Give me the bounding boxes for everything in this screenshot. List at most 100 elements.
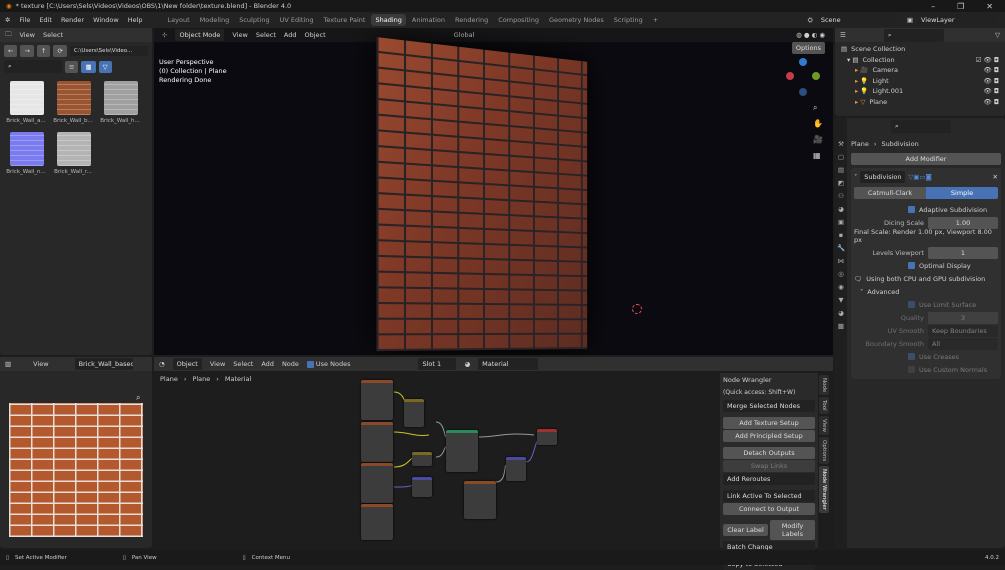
- modifier-name-field[interactable]: Subdivision: [860, 171, 906, 183]
- camera-icon[interactable]: 🎥: [813, 132, 823, 148]
- modifier-toggles[interactable]: ▽▣▭◙: [908, 173, 932, 181]
- blender-menu-icon[interactable]: ✲: [5, 16, 10, 24]
- visibility-icons[interactable]: 👁 ◘: [984, 66, 999, 74]
- tab-geometry-nodes[interactable]: Geometry Nodes: [545, 14, 608, 26]
- properties-search[interactable]: ⌕: [891, 119, 951, 133]
- editor-type-icon[interactable]: 🗀: [5, 30, 12, 41]
- add-texture-setup-button[interactable]: Add Texture Setup: [723, 417, 815, 429]
- orientation-dropdown[interactable]: Global: [454, 31, 475, 39]
- image-texture-node[interactable]: [361, 463, 393, 503]
- collapse-icon[interactable]: ˅: [854, 173, 857, 181]
- zoom-icon[interactable]: ⌕: [813, 100, 823, 116]
- advanced-section[interactable]: Advanced: [867, 288, 899, 296]
- filter-icon[interactable]: ▽: [995, 31, 1000, 39]
- menu-render[interactable]: Render: [61, 16, 84, 24]
- optimal-display-checkbox[interactable]: [908, 262, 915, 269]
- tab-rendering[interactable]: Rendering: [451, 14, 492, 26]
- tab-modeling[interactable]: Modeling: [196, 14, 234, 26]
- menu-edit[interactable]: Edit: [39, 16, 52, 24]
- menu-add[interactable]: Add: [284, 31, 297, 39]
- connect-to-output-button[interactable]: Connect to Output: [723, 503, 815, 515]
- detach-outputs-button[interactable]: Detach Outputs: [723, 447, 815, 459]
- image-texture-node[interactable]: [361, 422, 393, 462]
- menu-select[interactable]: Select: [43, 31, 63, 39]
- parent-button[interactable]: ↑: [36, 45, 51, 57]
- collection-row[interactable]: ▾ ▤ Collection ☑ 👁 ◘: [841, 55, 999, 66]
- advanced-toggle-icon[interactable]: ˅: [860, 288, 863, 296]
- pan-hand-icon[interactable]: ✋: [813, 116, 823, 132]
- editor-type-icon[interactable]: ▨: [5, 360, 11, 368]
- thumbnail-view-button[interactable]: ▦: [81, 60, 96, 73]
- menu-view[interactable]: View: [232, 31, 247, 39]
- catmull-clark-button[interactable]: Catmull-Clark: [854, 187, 926, 199]
- merge-nodes-dropdown[interactable]: Merge Selected Nodes: [723, 400, 815, 412]
- tab-compositing[interactable]: Compositing: [494, 14, 543, 26]
- visibility-icons[interactable]: 👁 ◘: [984, 98, 999, 106]
- outliner-search[interactable]: ⌕: [883, 28, 944, 42]
- mode-dropdown[interactable]: Object Mode: [175, 29, 225, 41]
- tab-uv-editing[interactable]: UV Editing: [276, 14, 318, 26]
- menu-object[interactable]: Object: [305, 31, 326, 39]
- forward-button[interactable]: →: [20, 45, 34, 57]
- menu-window[interactable]: Window: [93, 16, 119, 24]
- add-modifier-button[interactable]: Add Modifier: [851, 153, 1001, 165]
- add-reroutes-dropdown[interactable]: Add Reroutes: [723, 473, 815, 485]
- shader-node-editor[interactable]: ◔ Object View Select Add Node Use Nodes …: [154, 357, 833, 570]
- visibility-icons[interactable]: 👁 ◘: [984, 87, 999, 95]
- image-texture-node[interactable]: [361, 380, 393, 420]
- display-mode-icon[interactable]: ☰: [840, 31, 846, 39]
- menu-file[interactable]: File: [19, 16, 30, 24]
- visibility-icons[interactable]: 👁 ◘: [984, 77, 999, 85]
- custom-normals-checkbox[interactable]: [908, 366, 915, 373]
- filter-button[interactable]: ▽: [98, 60, 112, 73]
- search-input[interactable]: ⌕: [4, 60, 62, 73]
- image-texture-node[interactable]: [464, 481, 496, 519]
- tab-view[interactable]: View: [819, 416, 829, 436]
- file-item[interactable]: Brick_Wall_n...: [4, 132, 49, 175]
- menu-select[interactable]: Select: [256, 31, 276, 39]
- color-ramp-node[interactable]: [412, 452, 432, 466]
- brick-texture-image[interactable]: [9, 403, 143, 537]
- options-dropdown[interactable]: Options: [791, 42, 825, 54]
- modify-labels-button[interactable]: Modify Labels: [770, 520, 815, 540]
- file-item[interactable]: Brick_Wall_h...: [98, 81, 143, 124]
- simple-button[interactable]: Simple: [926, 187, 998, 199]
- outliner-item[interactable]: ▸ 🎥 Camera 👁 ◘: [841, 65, 999, 76]
- list-view-button[interactable]: ≡: [65, 60, 79, 73]
- tab-sculpting[interactable]: Sculpting: [235, 14, 273, 26]
- path-field[interactable]: C:\Users\Sels\Video...: [69, 46, 148, 56]
- outliner-item[interactable]: ▸ 💡 Light.001 👁 ◘: [841, 86, 999, 97]
- tab-animation[interactable]: Animation: [408, 14, 449, 26]
- view-layer-field[interactable]: ViewLayer: [917, 14, 997, 26]
- creases-checkbox[interactable]: [908, 353, 915, 360]
- image-selector[interactable]: Brick_Wall_basecol: [74, 358, 133, 370]
- link-active-dropdown[interactable]: Link Active To Selected: [723, 490, 815, 502]
- minimize-icon[interactable]: –: [931, 2, 935, 11]
- menu-view[interactable]: View: [33, 360, 48, 368]
- swap-links-button[interactable]: Swap Links: [723, 460, 815, 472]
- file-item[interactable]: Brick_Wall_a...: [4, 81, 49, 124]
- uv-smooth-dropdown[interactable]: Keep Boundaries: [928, 324, 998, 337]
- principled-bsdf-node[interactable]: [446, 430, 478, 472]
- properties-tabs[interactable]: ⚒ ▢ ▤ ◩ ⚇ ◕ ▣ ▪ 🔧 ⋈ ◎ ◉ ▼ ◕ ▩: [835, 118, 847, 548]
- scene-field[interactable]: Scene: [816, 14, 897, 26]
- view-layer-icon[interactable]: ▣: [907, 16, 913, 24]
- bump-node[interactable]: [404, 399, 424, 427]
- scene-icon[interactable]: ⛭: [808, 16, 813, 25]
- brick-wall-plane[interactable]: [376, 37, 588, 352]
- zoom-icon[interactable]: ⌕: [136, 393, 140, 403]
- limit-surface-checkbox[interactable]: [908, 301, 915, 308]
- add-workspace-button[interactable]: +: [649, 14, 662, 26]
- menu-view[interactable]: View: [20, 31, 35, 39]
- menu-help[interactable]: Help: [128, 16, 143, 24]
- tab-texture-paint[interactable]: Texture Paint: [320, 14, 370, 26]
- tab-scripting[interactable]: Scripting: [610, 14, 647, 26]
- outliner-item[interactable]: ▸ 💡 Light 👁 ◘: [841, 76, 999, 87]
- shading-buttons[interactable]: ◍ ● ◐ ◉: [796, 31, 825, 39]
- navigation-gizmo[interactable]: [784, 58, 824, 103]
- adaptive-checkbox[interactable]: [908, 206, 915, 213]
- displacement-node[interactable]: [506, 457, 526, 481]
- levels-viewport-field[interactable]: 1: [928, 246, 998, 259]
- image-texture-node[interactable]: [361, 504, 393, 540]
- editor-type-icon[interactable]: ⊹: [162, 31, 167, 39]
